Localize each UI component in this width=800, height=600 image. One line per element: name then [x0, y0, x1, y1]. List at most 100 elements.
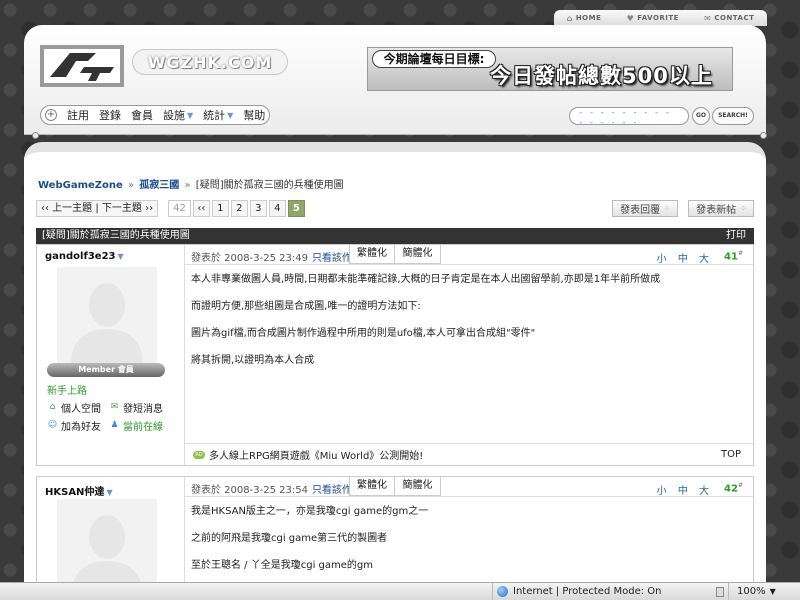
home-icon: ⌂	[566, 13, 573, 23]
plus-icon[interactable]: +	[45, 109, 57, 121]
author-name[interactable]: HKSAN仲達 ▼	[45, 483, 113, 498]
home-link[interactable]: ⌂ HOME	[567, 14, 602, 23]
post-footer: RD 多人線上RPG網頁遊戲《Miu World》公測開始! TOP	[185, 443, 753, 465]
breadcrumb-sep: »	[184, 180, 191, 191]
conversion-tabs: 繁體化 簡體化	[349, 245, 441, 264]
page-link[interactable]: 2	[230, 200, 248, 217]
floor-number[interactable]: 41#	[724, 250, 743, 262]
home-icon: ⌂	[49, 402, 56, 412]
ring-ornament	[760, 132, 767, 139]
thread-content: WebGameZone » 孤寂三國 » [疑問]關於孤寂三國的兵種使用圖 ‹‹…	[24, 142, 766, 600]
ring-ornament	[32, 132, 39, 139]
thread-title: [疑問]關於孤寂三國的兵種使用圖	[42, 230, 190, 241]
floor-number[interactable]: 42#	[724, 482, 743, 494]
post-paragraph: 本人非專業做圖人員,時間,日期都未能準確記錄,大概的日子肯定是在本人出國留學前,…	[191, 274, 661, 285]
post-meta: 發表於 2008-3-25 23:49 只看該作者	[191, 253, 362, 264]
mail-icon: ✉	[110, 402, 119, 412]
top-link[interactable]: TOP	[721, 449, 741, 460]
tab-traditional[interactable]: 繁體化	[349, 245, 395, 264]
page-link[interactable]: 4	[268, 200, 286, 217]
favorite-label: FAVORITE	[637, 14, 679, 22]
new-post-button[interactable]: 發表新帖 ⁘	[688, 200, 754, 217]
banner-subtitle: 今期論壇每日目標:	[372, 50, 496, 68]
ad-link[interactable]: 多人線上RPG網頁遊戲《Miu World》公測開始!	[209, 447, 423, 462]
menu-item-members[interactable]: 會員	[131, 107, 153, 123]
thread-title-bar: [疑問]關於孤寂三國的兵種使用圖 打印	[36, 228, 754, 244]
page-total: 42	[168, 200, 191, 217]
tab-traditional[interactable]: 繁體化	[349, 477, 395, 496]
page-current: 5	[287, 200, 305, 217]
browser-status-bar: Internet | Protected Mode: On 100% ▼	[0, 582, 800, 600]
post-meta: 發表於 2008-3-25 23:54 只看該作者	[191, 485, 362, 496]
font-size-control[interactable]: 小 中 大	[657, 482, 713, 497]
breadcrumb-home[interactable]: WebGameZone	[38, 180, 123, 191]
post-paragraph: 之前的阿飛是我瓊cgi game第三代的製圖者	[191, 533, 388, 544]
chevron-down-icon: ▼	[187, 110, 194, 120]
personal-space-link[interactable]: ⌂ 個人空間	[47, 400, 109, 415]
site-name[interactable]: WGZHK.COM	[132, 49, 288, 75]
dots-icon: ⁘	[740, 204, 747, 213]
search-button[interactable]: SEARCH!	[712, 107, 754, 125]
mail-icon: ✉	[704, 13, 712, 23]
menu-item-register[interactable]: 註用	[67, 107, 89, 123]
globe-icon	[497, 586, 508, 597]
send-message-link[interactable]: ✉ 發短消息	[109, 400, 175, 415]
divider	[185, 496, 753, 497]
breadcrumb-forum[interactable]: 孤寂三國	[139, 180, 179, 191]
security-zone[interactable]: Internet | Protected Mode: On	[492, 583, 661, 600]
page-first[interactable]: ‹‹	[192, 200, 210, 217]
add-user-icon: ☺	[47, 420, 58, 430]
pagination: ‹‹ 上一主題 | 下一主題 ›› 42 ‹‹ 1 2 3 4 5	[36, 200, 305, 217]
chevron-down-icon: ▼	[106, 488, 113, 497]
tab-simplified[interactable]: 簡體化	[395, 477, 441, 496]
conversion-tabs: 繁體化 簡體化	[349, 477, 441, 496]
prev-next-thread[interactable]: ‹‹ 上一主題 | 下一主題 ››	[36, 200, 159, 217]
zoom-control[interactable]: 100% ▼	[728, 583, 800, 600]
search-input[interactable]: - - - - - - - - - - - - - - -	[569, 107, 689, 128]
site-header: WGZHK.COM 今期論壇每日目標: 今日發帖總數500以上 + 註用 登錄 …	[24, 25, 766, 135]
divider	[185, 264, 753, 265]
rank-badge: Member 會員	[47, 363, 165, 377]
post-paragraph: 將其拆開,以證明為本人合成	[191, 355, 315, 366]
menu-item-help[interactable]: 幫助	[243, 107, 265, 123]
add-friend-link[interactable]: ☺ 加為好友	[47, 418, 109, 433]
user-silhouette-icon	[71, 283, 143, 365]
logo-icon[interactable]	[40, 45, 124, 87]
page-link[interactable]: 1	[211, 200, 229, 217]
top-nav: ⌂ HOME ♥ FAVORITE ✉ CONTACT	[554, 10, 767, 26]
post-paragraph: 圖片為gif檔,而合成圖片制作過程中所用的則是ufo檔,本人可拿出合成組"零件"	[191, 328, 536, 339]
post-paragraph: 至於王聰名 / 丫全是我瓊cgi game的gm	[191, 560, 373, 571]
post-body: 本人非專業做圖人員,時間,日期都未能準確記錄,大概的日子肯定是在本人出國留學前,…	[191, 273, 743, 381]
author-panel: gandolf3e23 ▼ Member 會員 新手上路 ⌂ 個人空間 ✉ 發短消息 …	[37, 245, 185, 465]
rank-title: 新手上路	[47, 386, 87, 397]
chevron-down-icon: ▼	[117, 252, 124, 261]
chevron-down-icon: ▼	[769, 587, 776, 596]
goal-banner: 今期論壇每日目標: 今日發帖總數500以上	[367, 47, 733, 91]
chevron-down-icon: ▼	[227, 110, 234, 120]
reply-button[interactable]: 發表回覆 ⁘	[612, 200, 678, 217]
favorite-link[interactable]: ♥ FAVORITE	[627, 14, 679, 23]
menu-item-stats[interactable]: 統計 ▼	[203, 107, 233, 123]
contact-label: CONTACT	[714, 14, 755, 22]
author-name[interactable]: gandolf3e23 ▼	[45, 251, 124, 262]
user-icon: ♟	[110, 420, 119, 430]
font-size-control[interactable]: 小 中 大	[657, 250, 713, 265]
breadcrumb-sep: »	[127, 180, 135, 191]
menu-item-login[interactable]: 登錄	[99, 107, 121, 123]
dots-icon: ⁘	[664, 204, 671, 213]
menu-item-facilities[interactable]: 設施 ▼	[163, 107, 193, 123]
post: gandolf3e23 ▼ Member 會員 新手上路 ⌂ 個人空間 ✉ 發短消息 …	[36, 244, 754, 466]
avatar	[57, 267, 157, 365]
tab-simplified[interactable]: 簡體化	[395, 245, 441, 264]
page-link[interactable]: 3	[249, 200, 267, 217]
home-label: HOME	[575, 14, 602, 22]
breadcrumb: WebGameZone » 孤寂三國 » [疑問]關於孤寂三國的兵種使用圖	[38, 176, 344, 191]
contact-link[interactable]: ✉ CONTACT	[704, 14, 754, 23]
main-menu: + 註用 登錄 會員 設施 ▼ 統計 ▼ 幫助	[40, 105, 270, 125]
print-link[interactable]: 打印	[726, 228, 746, 244]
post-body: 我是HKSAN版主之一，亦是我瓊cgi game的gm之一 之前的阿飛是我瓊cg…	[191, 505, 743, 586]
go-button[interactable]: GO	[692, 107, 710, 125]
post-paragraph: 我是HKSAN版主之一，亦是我瓊cgi game的gm之一	[191, 506, 429, 517]
rd-badge-icon: RD	[193, 450, 205, 459]
post-paragraph: 而證明方便,那些組圖是合成圖,唯一的證明方法如下:	[191, 301, 421, 312]
